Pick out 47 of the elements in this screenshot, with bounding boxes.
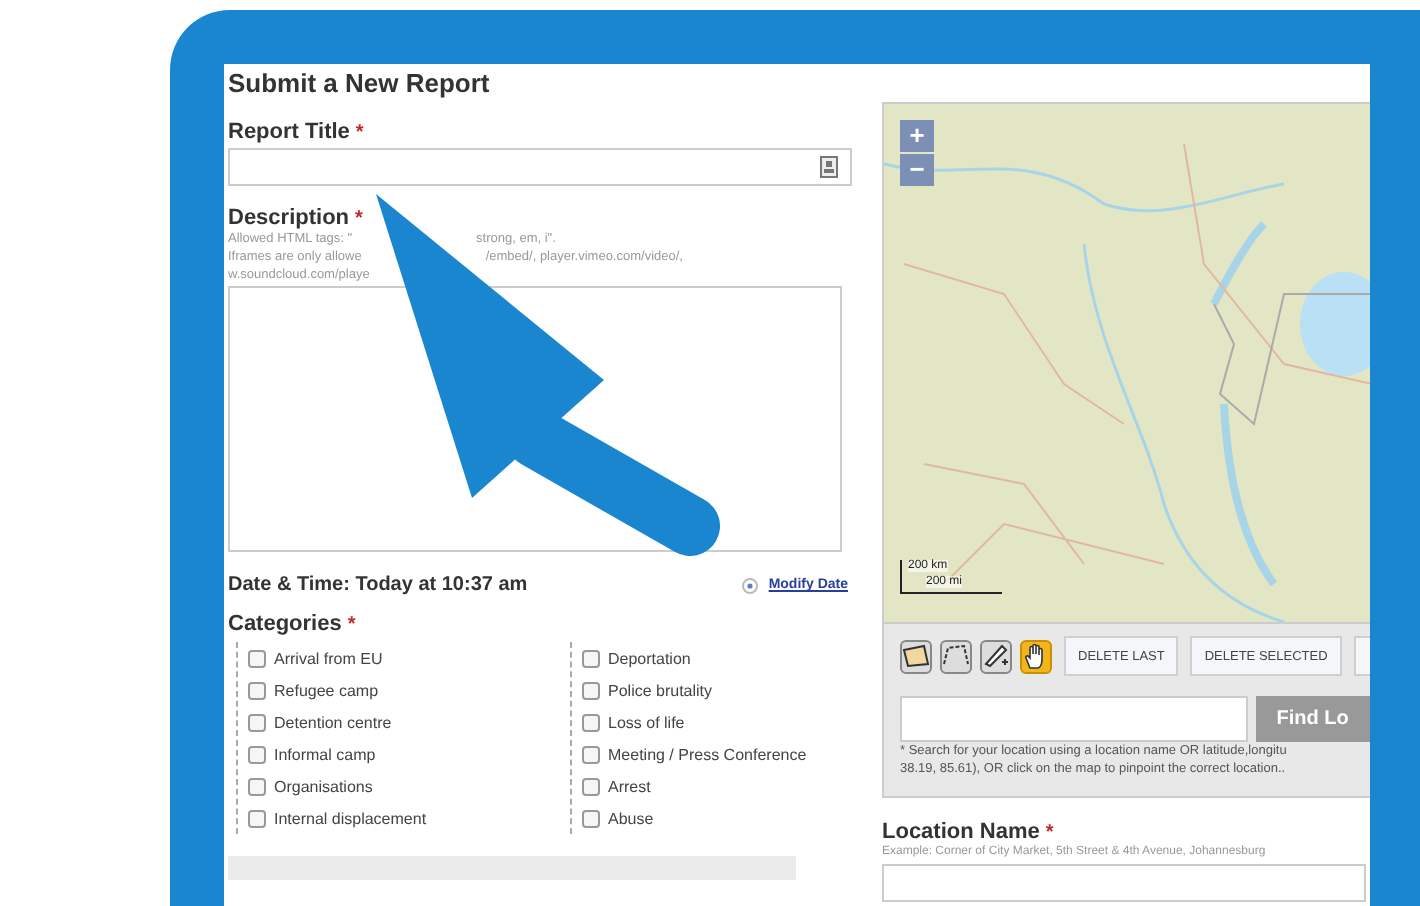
checkbox[interactable] xyxy=(582,681,600,699)
category-label: Internal displacement xyxy=(274,809,427,827)
field-label: Location Name xyxy=(882,820,1040,844)
checkbox[interactable] xyxy=(248,777,266,795)
checkbox[interactable] xyxy=(248,809,266,827)
checkbox[interactable] xyxy=(582,713,600,731)
category-label: Organisations xyxy=(274,777,373,795)
category-label: Loss of life xyxy=(608,713,685,731)
checkbox[interactable] xyxy=(248,649,266,667)
category-label: Police brutality xyxy=(608,681,713,699)
category-label: Arrest xyxy=(608,777,651,795)
checkbox[interactable] xyxy=(582,649,600,667)
map-tool-button[interactable] xyxy=(1020,639,1052,673)
category-label: Refugee camp xyxy=(274,681,379,699)
map-tool-button[interactable] xyxy=(940,639,972,673)
category-label: Informal camp xyxy=(274,745,376,763)
location-name-field[interactable] xyxy=(882,864,1366,902)
category-label: Abuse xyxy=(608,809,654,827)
plus-circle-icon xyxy=(742,577,759,593)
required-mark: * xyxy=(347,614,356,636)
polyline-icon xyxy=(942,644,970,668)
polygon-icon xyxy=(902,644,930,668)
category-label: Deportation xyxy=(608,649,691,667)
page-title: Submit a New Report xyxy=(228,68,492,100)
checkbox[interactable] xyxy=(582,809,600,827)
category-label: Arrival from EU xyxy=(274,649,383,667)
checkbox[interactable] xyxy=(582,745,600,763)
required-mark: * xyxy=(1045,822,1054,844)
date-time-text: Date & Time: Today at 10:37 am xyxy=(228,574,528,596)
contact-card-icon xyxy=(820,156,838,178)
checkbox[interactable] xyxy=(248,745,266,763)
checkbox[interactable] xyxy=(248,713,266,731)
checkbox[interactable] xyxy=(248,681,266,699)
pencil-icon xyxy=(982,644,1010,668)
field-label: Description xyxy=(228,206,350,230)
required-mark: * xyxy=(355,208,363,230)
required-mark: * xyxy=(355,122,364,144)
location-search-field[interactable] xyxy=(900,696,1249,742)
field-label: Report Title xyxy=(228,120,350,144)
description-textarea[interactable] xyxy=(228,286,842,552)
title-input[interactable] xyxy=(228,148,852,186)
category-label: Meeting / Press Conference xyxy=(608,745,807,763)
map-tool-button[interactable] xyxy=(980,639,1012,673)
checkbox[interactable] xyxy=(582,777,600,795)
field-label: Categories xyxy=(228,612,342,636)
map-tool-button[interactable] xyxy=(900,639,932,673)
category-label: Detention centre xyxy=(274,713,392,731)
